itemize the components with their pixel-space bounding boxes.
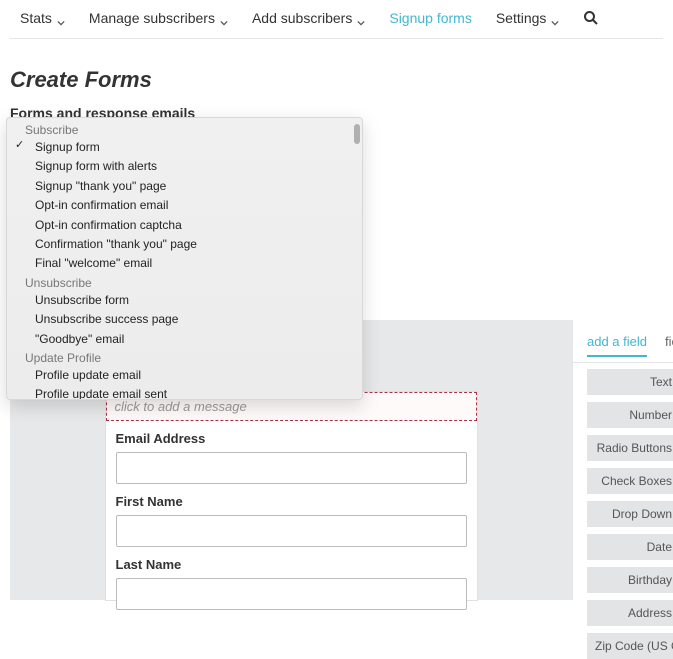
nav-label: Add subscribers bbox=[252, 10, 352, 26]
dd-group-subscribe: Subscribe bbox=[7, 121, 362, 138]
palette-birthday[interactable]: Birthday bbox=[587, 567, 673, 593]
dd-item-signup-alerts[interactable]: Signup form with alerts bbox=[7, 157, 362, 176]
dd-item-label: Signup form with alerts bbox=[35, 159, 157, 173]
dd-item-conf-thankyou[interactable]: Confirmation "thank you" page bbox=[7, 235, 362, 254]
check-icon: ✓ bbox=[15, 138, 24, 154]
nav-label: Signup forms bbox=[389, 10, 471, 26]
dd-item-unsub-form[interactable]: Unsubscribe form bbox=[7, 291, 362, 310]
dd-item-label: Final "welcome" email bbox=[35, 256, 152, 270]
top-nav: Stats Manage subscribers Add subscribers… bbox=[10, 0, 663, 39]
dropdown-scroll[interactable]: Subscribe ✓ Signup form Signup form with … bbox=[7, 118, 362, 399]
nav-label: Manage subscribers bbox=[89, 10, 215, 26]
palette-text[interactable]: Text bbox=[587, 369, 673, 395]
sidebar-tabs: add a field field settings bbox=[573, 320, 673, 363]
palette-dropdown[interactable]: Drop Down bbox=[587, 501, 673, 527]
chevron-down-icon bbox=[551, 14, 559, 22]
tab-add-field[interactable]: add a field bbox=[587, 334, 647, 357]
chevron-down-icon bbox=[220, 14, 228, 22]
page-header: Create Forms Forms and response emails bbox=[0, 39, 673, 121]
page-title: Create Forms bbox=[10, 67, 663, 93]
form-canvas: click to add a message Email Address Fir… bbox=[106, 392, 477, 600]
palette-date[interactable]: Date bbox=[587, 534, 673, 560]
field-label: First Name bbox=[116, 494, 467, 509]
nav-label: Settings bbox=[496, 10, 547, 26]
nav-add-subscribers[interactable]: Add subscribers bbox=[252, 10, 365, 26]
dd-item-label: Opt-in confirmation email bbox=[35, 198, 168, 212]
dd-item-label: Signup "thank you" page bbox=[35, 179, 166, 193]
firstname-field[interactable] bbox=[116, 515, 467, 547]
nav-signup-forms[interactable]: Signup forms bbox=[389, 10, 471, 26]
nav-manage-subscribers[interactable]: Manage subscribers bbox=[89, 10, 228, 26]
nav-label: Stats bbox=[20, 10, 52, 26]
field-label: Last Name bbox=[116, 557, 467, 572]
field-group-email[interactable]: Email Address bbox=[106, 421, 477, 484]
field-palette: Text Number Radio Buttons Check Boxes Dr… bbox=[573, 363, 673, 659]
dd-group-update-profile: Update Profile bbox=[7, 349, 362, 366]
chevron-down-icon bbox=[57, 14, 65, 22]
palette-radio[interactable]: Radio Buttons bbox=[587, 435, 673, 461]
nav-stats[interactable]: Stats bbox=[20, 10, 65, 26]
dd-item-label: "Goodbye" email bbox=[35, 332, 124, 346]
dd-item-welcome-email[interactable]: Final "welcome" email bbox=[7, 254, 362, 273]
dd-item-label: Confirmation "thank you" page bbox=[35, 237, 197, 251]
palette-number[interactable]: Number bbox=[587, 402, 673, 428]
dd-item-label: Profile update email bbox=[35, 368, 141, 382]
dd-item-signup-thankyou[interactable]: Signup "thank you" page bbox=[7, 177, 362, 196]
chevron-down-icon bbox=[357, 14, 365, 22]
dd-group-unsubscribe: Unsubscribe bbox=[7, 274, 362, 291]
dd-item-unsub-success[interactable]: Unsubscribe success page bbox=[7, 310, 362, 329]
dd-item-signup-form[interactable]: ✓ Signup form bbox=[7, 138, 362, 157]
nav-settings[interactable]: Settings bbox=[496, 10, 560, 26]
dd-item-label: Unsubscribe success page bbox=[35, 312, 178, 326]
field-group-firstname[interactable]: First Name bbox=[106, 484, 477, 547]
forms-dropdown: Subscribe ✓ Signup form Signup form with … bbox=[6, 117, 363, 400]
dd-item-optin-email[interactable]: Opt-in confirmation email bbox=[7, 196, 362, 215]
dd-item-label: Profile update email sent bbox=[35, 387, 167, 399]
dd-item-profile-email[interactable]: Profile update email bbox=[7, 366, 362, 385]
field-group-lastname[interactable]: Last Name bbox=[106, 547, 477, 610]
dd-item-goodbye-email[interactable]: "Goodbye" email bbox=[7, 330, 362, 349]
dd-item-optin-captcha[interactable]: Opt-in confirmation captcha bbox=[7, 216, 362, 235]
dd-item-label: Opt-in confirmation captcha bbox=[35, 218, 182, 232]
palette-checkbox[interactable]: Check Boxes bbox=[587, 468, 673, 494]
dd-item-label: Unsubscribe form bbox=[35, 293, 129, 307]
palette-zipcode[interactable]: Zip Code (US Only) bbox=[587, 633, 673, 659]
palette-address[interactable]: Address bbox=[587, 600, 673, 626]
sidebar: add a field field settings Text Number R… bbox=[572, 320, 673, 600]
dd-item-label: Signup form bbox=[35, 140, 100, 154]
lastname-field[interactable] bbox=[116, 578, 467, 610]
field-label: Email Address bbox=[116, 431, 467, 446]
search-icon[interactable] bbox=[583, 10, 599, 26]
tab-field-settings[interactable]: field settings bbox=[665, 334, 673, 356]
dd-item-profile-email-sent[interactable]: Profile update email sent bbox=[7, 385, 362, 399]
email-field[interactable] bbox=[116, 452, 467, 484]
